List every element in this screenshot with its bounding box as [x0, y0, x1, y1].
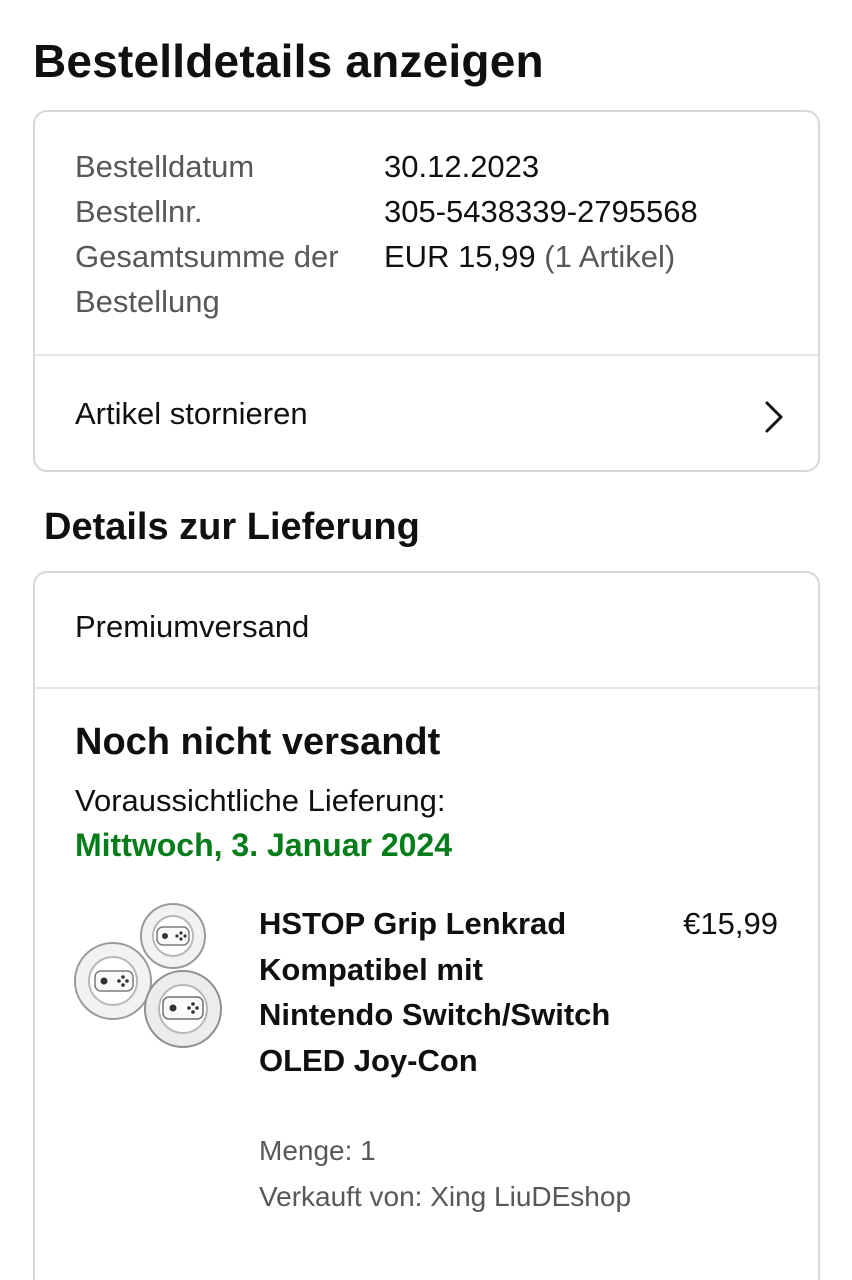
expected-delivery-date: Mittwoch, 3. Januar 2024	[75, 827, 453, 863]
order-summary-card: Bestelldatum 30.12.2023 Bestellnr. 305-5…	[33, 110, 820, 472]
divider	[35, 687, 818, 689]
cancel-items-button[interactable]: Artikel stornieren	[35, 356, 818, 470]
page-title: Bestelldetails anzeigen	[33, 35, 544, 87]
order-total-label: Gesamtsumme der Bestellung	[75, 239, 339, 319]
delivery-card: Premiumversand Noch nicht versandt Vorau…	[33, 571, 820, 1280]
order-total-value-wrap: EUR 15,99 (1 Artikel)	[384, 234, 675, 324]
order-total-value: EUR 15,99	[384, 239, 536, 274]
product-image[interactable]	[73, 901, 228, 1051]
expected-delivery-label: Voraussichtliche Lieferung:	[75, 783, 446, 818]
order-total-row: Gesamtsumme der Bestellung EUR 15,99 (1 …	[75, 234, 788, 324]
order-number-value: 305-5438339-2795568	[384, 194, 698, 229]
order-number-label: Bestellnr.	[75, 194, 203, 229]
delivery-section-title: Details zur Lieferung	[44, 506, 420, 548]
order-date-value: 30.12.2023	[384, 149, 540, 184]
order-number-row: Bestellnr. 305-5438339-2795568	[75, 189, 788, 234]
order-total-items: (1 Artikel)	[544, 239, 676, 274]
order-date-label: Bestelldatum	[75, 149, 255, 184]
product-price: €15,99	[683, 906, 778, 941]
product-quantity: Menge: 1	[259, 1135, 376, 1166]
product-title[interactable]: HSTOP Grip Lenkrad Kompatibel mit Ninten…	[259, 901, 619, 1083]
product-seller: Verkauft von: Xing LiuDEshop	[259, 1181, 632, 1212]
order-date-row: Bestelldatum 30.12.2023	[75, 144, 788, 189]
shipping-method: Premiumversand	[75, 609, 310, 644]
chevron-right-icon	[765, 401, 783, 433]
shipment-status: Noch nicht versandt	[75, 721, 441, 763]
cancel-items-label: Artikel stornieren	[75, 396, 308, 431]
order-info: Bestelldatum 30.12.2023 Bestellnr. 305-5…	[75, 144, 788, 324]
